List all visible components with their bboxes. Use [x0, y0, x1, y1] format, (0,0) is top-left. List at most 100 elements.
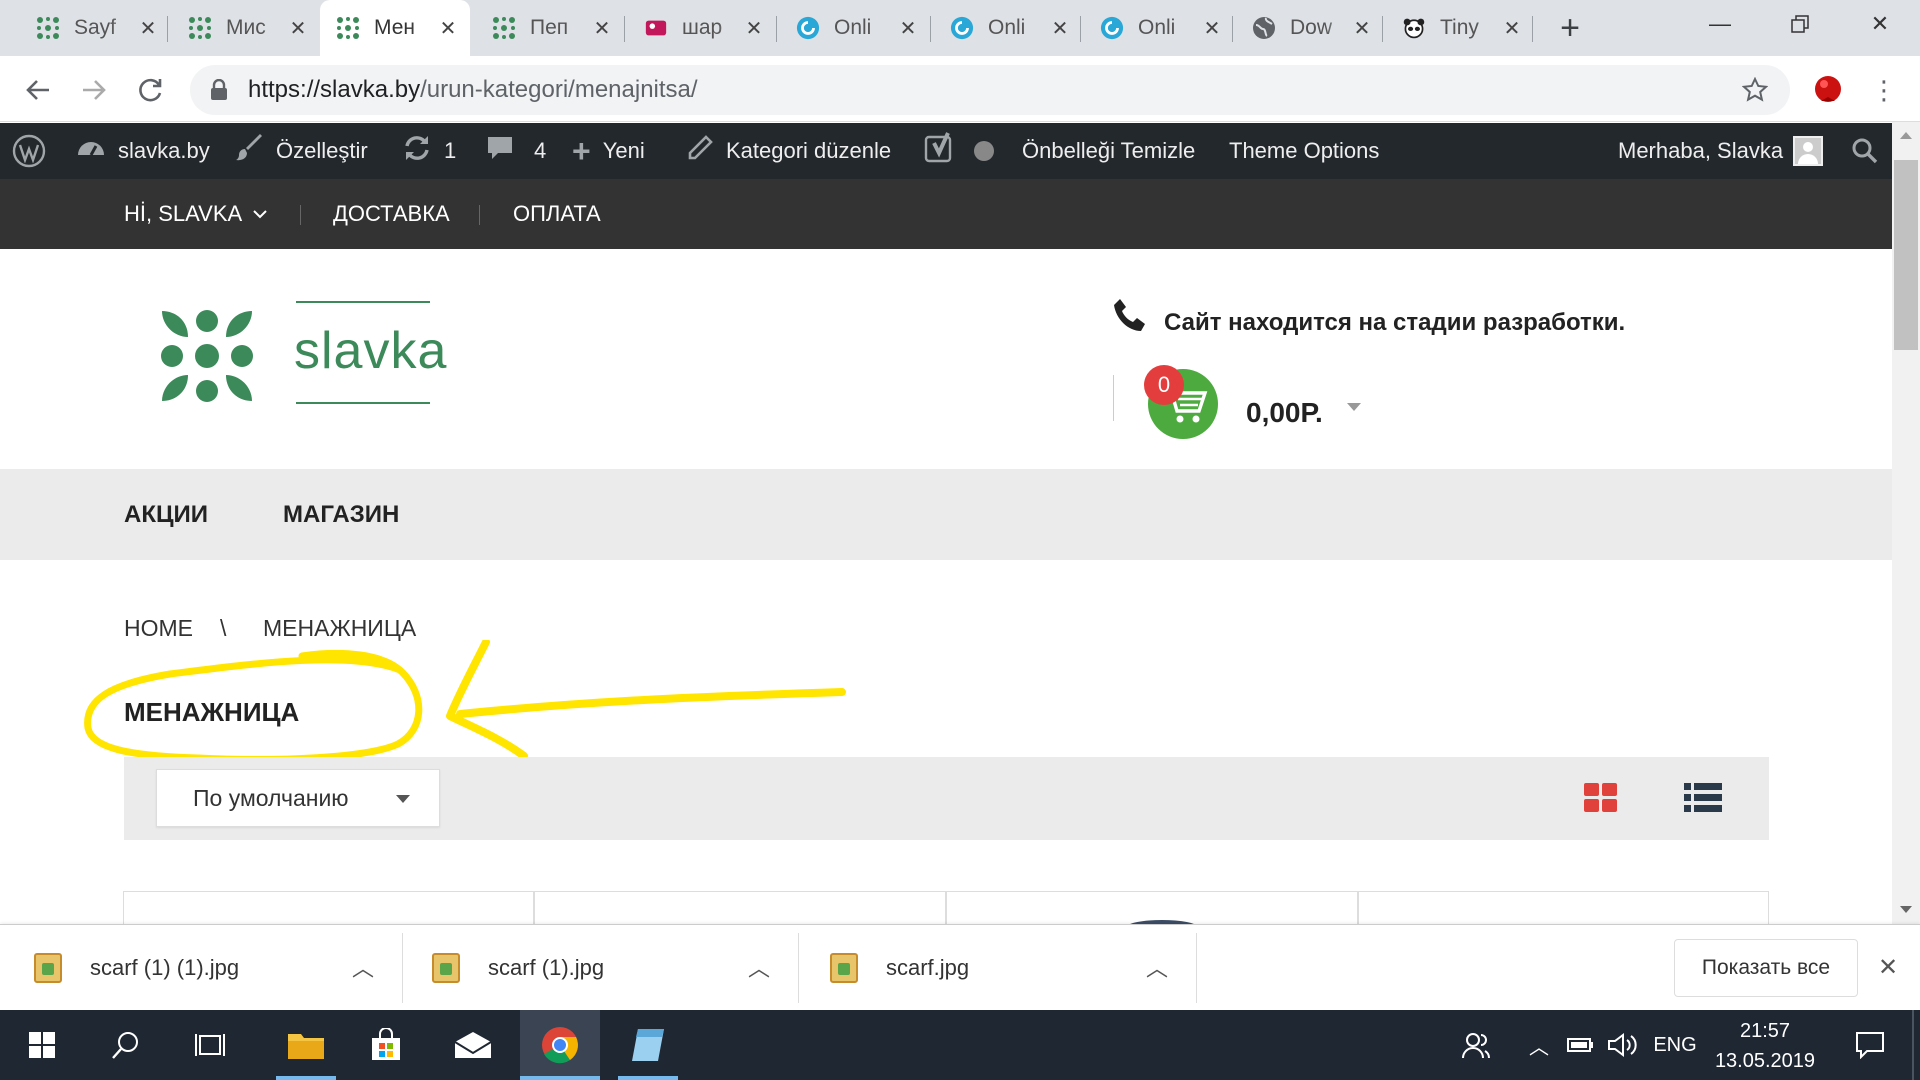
close-tab-icon[interactable]: ✕ — [436, 16, 460, 40]
adminbar-edit-category[interactable]: Kategori düzenle — [686, 123, 891, 179]
volume-button[interactable] — [1604, 1010, 1640, 1080]
adminbar-clear-cache[interactable]: Önbelleği Temizle — [1022, 123, 1195, 179]
close-tab-icon[interactable]: ✕ — [896, 16, 920, 40]
download-item[interactable]: scarf.jpg ︿ — [830, 925, 1196, 1011]
sort-select[interactable]: По умолчанию — [156, 769, 440, 827]
wordpress-logo-button[interactable] — [12, 123, 46, 179]
scroll-down-arrow-icon[interactable] — [1900, 906, 1912, 913]
menu-item-hi-slavka[interactable]: Hİ, SLAVKA — [124, 179, 268, 249]
taskbar-mail[interactable] — [442, 1010, 504, 1080]
page-scrollbar[interactable] — [1892, 122, 1920, 924]
taskbar-notepad-app[interactable] — [612, 1010, 684, 1080]
chevron-up-icon[interactable]: ︿ — [352, 951, 374, 983]
shop-label: МАГАЗИН — [283, 500, 400, 528]
wordpress-icon — [12, 134, 46, 168]
menu-item-payment[interactable]: ОПЛАТА — [513, 179, 601, 249]
close-shelf-icon[interactable]: ✕ — [1878, 953, 1898, 982]
adminbar-site-link[interactable]: slavka.by — [76, 123, 210, 179]
chevron-up-icon[interactable]: ︿ — [1146, 951, 1168, 983]
adminbar-my-account[interactable]: Merhaba, Slavka — [1618, 123, 1824, 179]
adminbar-yoast[interactable] — [924, 123, 994, 179]
restore-button[interactable] — [1760, 0, 1840, 48]
adminbar-search[interactable] — [1852, 123, 1878, 179]
browser-tab[interactable]: Onli ✕ — [780, 0, 930, 56]
browser-tab[interactable]: Sayf ✕ — [20, 0, 170, 56]
cart-dropdown-caret-icon[interactable] — [1346, 399, 1362, 417]
slavka-flower-icon — [336, 16, 360, 40]
browser-menu-button[interactable]: ⋮ — [1862, 68, 1906, 112]
close-tab-icon[interactable]: ✕ — [1350, 16, 1374, 40]
people-button[interactable] — [1456, 1010, 1496, 1080]
close-tab-icon[interactable]: ✕ — [590, 16, 614, 40]
browser-tab[interactable]: Dow ✕ — [1236, 0, 1384, 56]
taskbar-search-button[interactable] — [98, 1010, 154, 1080]
slavka-logo[interactable] — [154, 303, 260, 414]
payment-label: ОПЛАТА — [513, 201, 601, 226]
back-button[interactable] — [16, 68, 60, 112]
image-file-icon — [34, 953, 62, 983]
battery-status[interactable] — [1562, 1010, 1598, 1080]
close-window-button[interactable]: ✕ — [1840, 0, 1920, 48]
spiral-icon — [796, 16, 820, 40]
close-tab-icon[interactable]: ✕ — [1200, 16, 1224, 40]
restore-icon — [1791, 15, 1809, 33]
chevron-up-icon[interactable]: ︿ — [748, 951, 770, 983]
clock-time: 21:57 — [1739, 1020, 1791, 1042]
browser-tab-active[interactable]: Мен ✕ — [320, 0, 470, 56]
close-tab-icon[interactable]: ✕ — [742, 16, 766, 40]
close-tab-icon[interactable]: ✕ — [286, 16, 310, 40]
action-center-button[interactable] — [1842, 1010, 1898, 1080]
bookmark-star-icon[interactable] — [1741, 76, 1769, 110]
address-bar[interactable]: https://slavka.by/urun-kategori/menajnit… — [190, 65, 1790, 115]
task-view-button[interactable] — [182, 1010, 238, 1080]
reload-icon — [139, 78, 162, 102]
close-tab-icon[interactable]: ✕ — [1048, 16, 1072, 40]
download-item[interactable]: scarf (1) (1).jpg ︿ — [34, 925, 404, 1011]
show-all-downloads-button[interactable]: Показать все — [1674, 939, 1858, 997]
grid-view-button[interactable] — [1584, 783, 1618, 818]
browser-tab[interactable]: шар ✕ — [628, 0, 776, 56]
browser-tab[interactable]: Мис ✕ — [172, 0, 320, 56]
scroll-up-arrow-icon[interactable] — [1900, 132, 1912, 139]
taskbar-chrome[interactable] — [520, 1010, 600, 1080]
cart-button[interactable]: 0 — [1144, 365, 1220, 441]
reload-button[interactable] — [128, 68, 172, 112]
panda-icon — [1402, 16, 1426, 40]
browser-tab[interactable]: Tiny ✕ — [1386, 0, 1534, 56]
breadcrumb-home[interactable]: HOME — [124, 615, 193, 642]
forward-button[interactable] — [72, 68, 116, 112]
adminbar-theme-options[interactable]: Theme Options — [1229, 123, 1379, 179]
download-item[interactable]: scarf (1).jpg ︿ — [432, 925, 798, 1011]
scrollbar-thumb[interactable] — [1894, 160, 1918, 350]
adminbar-comments[interactable]: 4 — [486, 123, 546, 179]
start-button[interactable] — [14, 1010, 70, 1080]
chevron-down-icon — [253, 210, 267, 219]
list-view-button[interactable] — [1684, 783, 1722, 818]
new-tab-button[interactable]: + — [1552, 9, 1588, 47]
close-tab-icon[interactable]: ✕ — [136, 16, 160, 40]
clock[interactable]: 21:57 13.05.2019 — [1700, 1016, 1830, 1076]
close-tab-icon[interactable]: ✕ — [1500, 16, 1524, 40]
adminbar-updates[interactable]: 1 — [402, 123, 456, 179]
input-language[interactable]: ENG — [1650, 1010, 1700, 1080]
url-path: /urun-kategori/menajnitsa/ — [420, 76, 698, 103]
taskbar-store[interactable] — [356, 1010, 416, 1080]
show-desktop-strip[interactable] — [1912, 1010, 1914, 1080]
show-hidden-icons-button[interactable]: ︿ — [1524, 1010, 1554, 1080]
wp-admin-bar: slavka.by Özelleştir 1 4 + Yeni Kategori… — [0, 123, 1892, 179]
comments-count: 4 — [534, 138, 547, 163]
browser-tab[interactable]: Onli ✕ — [1084, 0, 1234, 56]
nav-item-sales[interactable]: АКЦИИ — [124, 469, 208, 560]
adminbar-new[interactable]: + Yeni — [572, 123, 645, 179]
browser-tab[interactable]: Onli ✕ — [934, 0, 1082, 56]
windows-logo-icon — [29, 1032, 55, 1058]
nav-item-shop[interactable]: МАГАЗИН — [283, 469, 399, 560]
menu-item-delivery[interactable]: ДОСТАВКА — [333, 179, 450, 249]
extension-button[interactable] — [1806, 68, 1850, 112]
browser-tab[interactable]: Пеп ✕ — [476, 0, 624, 56]
minimize-button[interactable]: — — [1680, 0, 1760, 48]
cart-total[interactable]: 0,00Р. — [1246, 397, 1323, 429]
hi-slavka-label: Hİ, SLAVKA — [124, 201, 243, 226]
taskbar-file-explorer[interactable] — [270, 1010, 342, 1080]
adminbar-customize[interactable]: Özelleştir — [236, 123, 368, 179]
